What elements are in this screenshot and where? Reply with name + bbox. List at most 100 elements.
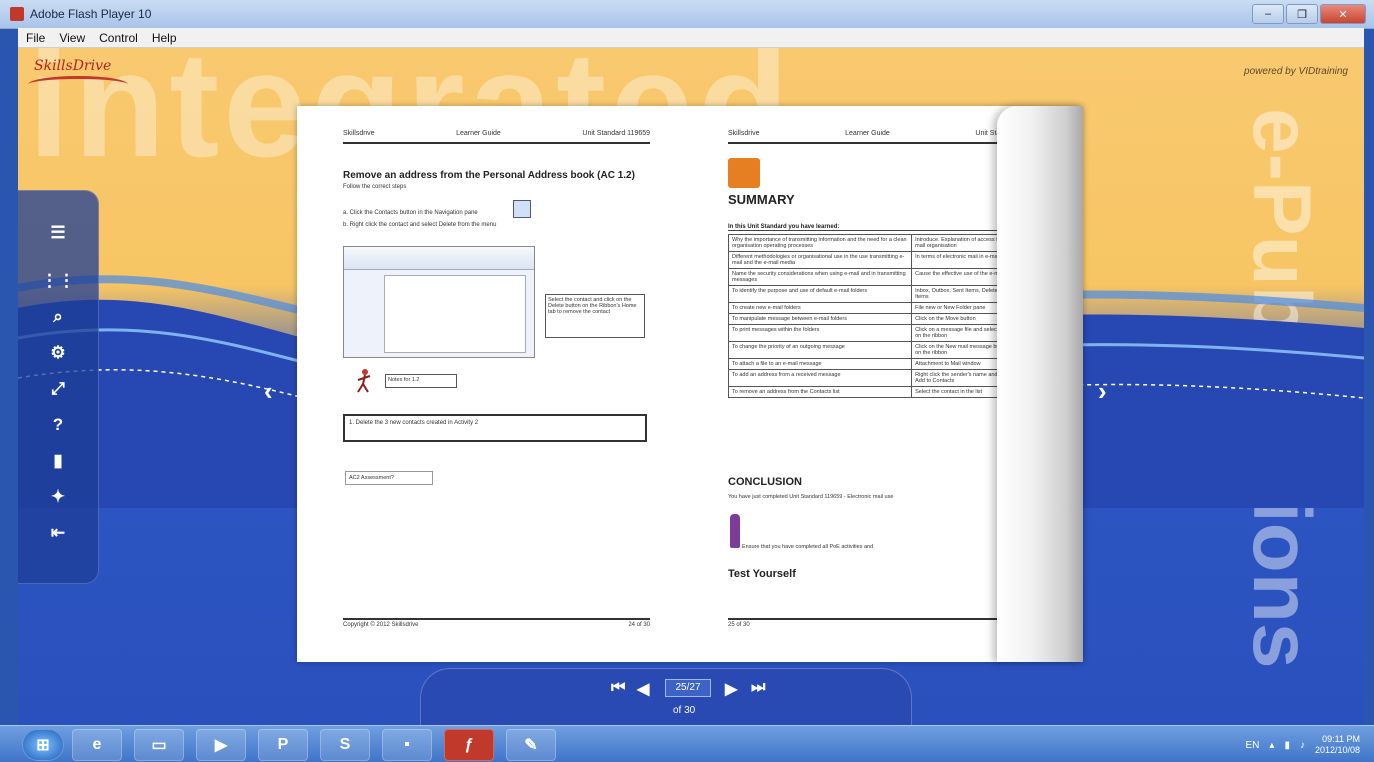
left-page: Skillsdrive Learner Guide Unit Standard … bbox=[297, 106, 690, 662]
table-row: To create new e-mail folders File new or … bbox=[727, 302, 1018, 314]
start-orb[interactable]: ⊞ bbox=[22, 729, 64, 761]
page-curl[interactable] bbox=[997, 106, 1083, 662]
help-icon[interactable]: ? bbox=[48, 415, 68, 435]
system-tray: EN ▴ ▮ ♪ 09:11 PM 2012/10/08 bbox=[1246, 734, 1361, 756]
summary-topic-cell: Why the importance of transmitting infor… bbox=[727, 234, 913, 252]
summary-table: Why the importance of transmitting infor… bbox=[727, 234, 1018, 398]
lion-icon bbox=[728, 158, 760, 188]
table-row: To remove an address from the Contacts l… bbox=[727, 386, 1018, 398]
paint-icon[interactable]: ✎ bbox=[506, 729, 556, 761]
page-number-input[interactable]: 25/27 bbox=[665, 679, 711, 697]
tray-arrow-icon[interactable]: ▴ bbox=[1269, 740, 1274, 751]
menu-bar: File View Control Help bbox=[18, 28, 1364, 48]
step-b: b. Right click the contact and select De… bbox=[343, 222, 497, 228]
skillsdrive-logo: SkillsDrive bbox=[24, 54, 134, 100]
summary-topic-cell: To add an address from a received messag… bbox=[727, 369, 913, 387]
flipbook-stage: integrated e-Publications SkillsDrive po… bbox=[18, 48, 1364, 725]
right-page-footer: 25 of 30 bbox=[728, 618, 1043, 632]
command-icon[interactable]: ▪ bbox=[382, 729, 432, 761]
footer-copyright: Copyright © 2012 Skillsdrive bbox=[343, 622, 419, 628]
assessment-box: AC2 Assessment? bbox=[345, 471, 433, 485]
search-icon[interactable]: ⌕ bbox=[48, 307, 68, 327]
fullscreen-icon[interactable]: ⤢ bbox=[48, 379, 68, 399]
table-row: To identify the purpose and use of defau… bbox=[727, 285, 1018, 303]
table-row: Why the importance of transmitting infor… bbox=[727, 234, 1018, 252]
pagination-bar: ⏮ ◀ 25/27 ▶ ⏭ of 30 bbox=[420, 668, 912, 725]
last-page-icon[interactable]: ⏭ bbox=[751, 679, 765, 697]
media-player-icon[interactable]: ▶ bbox=[196, 729, 246, 761]
flash-app-icon bbox=[10, 7, 24, 21]
prev-page-icon[interactable]: ◀ bbox=[637, 679, 649, 699]
flipbook-spread[interactable]: Skillsdrive Learner Guide Unit Standard … bbox=[297, 106, 1083, 662]
notes-box: Notes for 1.2 bbox=[385, 374, 457, 388]
menu-view[interactable]: View bbox=[59, 31, 85, 45]
window-titlebar: Adobe Flash Player 10 – ❐ ✕ bbox=[0, 0, 1374, 29]
clock-date: 2012/10/08 bbox=[1314, 745, 1360, 755]
footer-page-number: 24 of 30 bbox=[628, 622, 650, 628]
summary-topic-cell: To manipulate message between e-mail fol… bbox=[727, 313, 913, 325]
page-total: of 30 bbox=[673, 705, 696, 716]
section-subtitle: Follow the correct steps bbox=[343, 184, 407, 190]
powered-by-label: powered by VIDtraining bbox=[1244, 66, 1348, 77]
outlook-screenshot bbox=[343, 246, 535, 358]
table-row: Name the security considerations when us… bbox=[727, 268, 1018, 286]
summary-title: SUMMARY bbox=[728, 192, 795, 207]
language-indicator[interactable]: EN bbox=[1246, 740, 1260, 751]
menu-help[interactable]: Help bbox=[152, 31, 177, 45]
next-page-icon[interactable]: ▶ bbox=[725, 679, 737, 699]
header-org: Skillsdrive bbox=[728, 130, 760, 137]
screenshot-ribbon bbox=[344, 247, 534, 270]
summary-topic-cell: To print messages within the folders bbox=[727, 324, 913, 342]
table-row: To attach a file to an e-mail message Att… bbox=[727, 358, 1018, 370]
clock[interactable]: 09:11 PM 2012/10/08 bbox=[1315, 734, 1360, 756]
pin-icon[interactable]: ✦ bbox=[48, 487, 68, 507]
screenshot-callout: Select the contact and click on the Dele… bbox=[545, 294, 645, 338]
gear-icon[interactable]: ⚙ bbox=[48, 343, 68, 363]
table-row: To manipulate message between e-mail fol… bbox=[727, 313, 1018, 325]
conclusion-text: You have just completed Unit Standard 11… bbox=[728, 494, 894, 500]
list-icon[interactable]: ☰ bbox=[48, 223, 68, 243]
delete-icon-thumb bbox=[513, 200, 531, 218]
section-title: Remove an address from the Personal Addr… bbox=[343, 170, 635, 181]
clock-time: 09:11 PM bbox=[1322, 734, 1360, 744]
test-yourself-title: Test Yourself bbox=[728, 568, 796, 580]
table-row: To change the priority of an outgoing me… bbox=[727, 341, 1018, 359]
skype-icon[interactable]: S bbox=[320, 729, 370, 761]
previous-page-arrow[interactable]: ‹ bbox=[264, 376, 273, 407]
file-explorer-icon[interactable]: ▭ bbox=[134, 729, 184, 761]
minimize-button[interactable]: – bbox=[1252, 4, 1284, 24]
header-guide: Learner Guide bbox=[456, 130, 501, 137]
grid-icon[interactable]: ⋮⋮ bbox=[41, 271, 75, 291]
right-page-header: Skillsdrive Learner Guide Unit Standard … bbox=[728, 130, 1043, 144]
footer-page-number: 25 of 30 bbox=[728, 622, 750, 628]
flash-player-icon[interactable]: ƒ bbox=[444, 729, 494, 761]
summary-topic-cell: To change the priority of an outgoing me… bbox=[727, 341, 913, 359]
close-button[interactable]: ✕ bbox=[1320, 4, 1366, 24]
running-man-icon bbox=[357, 369, 371, 393]
bookmark-icon[interactable]: ▮ bbox=[48, 451, 68, 471]
menu-control[interactable]: Control bbox=[99, 31, 138, 45]
left-page-header: Skillsdrive Learner Guide Unit Standard … bbox=[343, 130, 650, 144]
next-page-arrow[interactable]: › bbox=[1098, 376, 1107, 407]
exit-icon[interactable]: ⇤ bbox=[48, 523, 68, 543]
maximize-button[interactable]: ❐ bbox=[1286, 4, 1318, 24]
internet-explorer-icon[interactable]: e bbox=[72, 729, 122, 761]
summary-topic-cell: To attach a file to an e-mail message bbox=[727, 358, 913, 370]
window-controls: – ❐ ✕ bbox=[1252, 4, 1366, 24]
poe-reminder-text: Ensure that you have completed all PoE a… bbox=[742, 544, 874, 550]
menu-file[interactable]: File bbox=[26, 31, 45, 45]
header-guide: Learner Guide bbox=[845, 130, 890, 137]
network-icon[interactable]: ▮ bbox=[1284, 740, 1290, 751]
first-page-icon[interactable]: ⏮ bbox=[611, 679, 625, 697]
summary-topic-cell: To identify the purpose and use of defau… bbox=[727, 285, 913, 303]
volume-icon[interactable]: ♪ bbox=[1300, 740, 1305, 751]
screenshot-contact-list bbox=[384, 275, 526, 353]
step-a: a. Click the Contacts button in the Navi… bbox=[343, 210, 478, 216]
left-page-footer: Copyright © 2012 Skillsdrive 24 of 30 bbox=[343, 618, 650, 632]
summary-topic-cell: Name the security considerations when us… bbox=[727, 268, 913, 286]
activity-box: 1. Delete the 3 new contacts created in … bbox=[343, 414, 647, 442]
table-row: To print messages within the folders Clic… bbox=[727, 324, 1018, 342]
graduate-figure-icon bbox=[730, 514, 740, 548]
toolbar-sidebar: ☰ ⋮⋮ ⌕ ⚙ ⤢ ? ▮ ✦ ⇤ bbox=[18, 190, 99, 584]
powerpoint-icon[interactable]: P bbox=[258, 729, 308, 761]
